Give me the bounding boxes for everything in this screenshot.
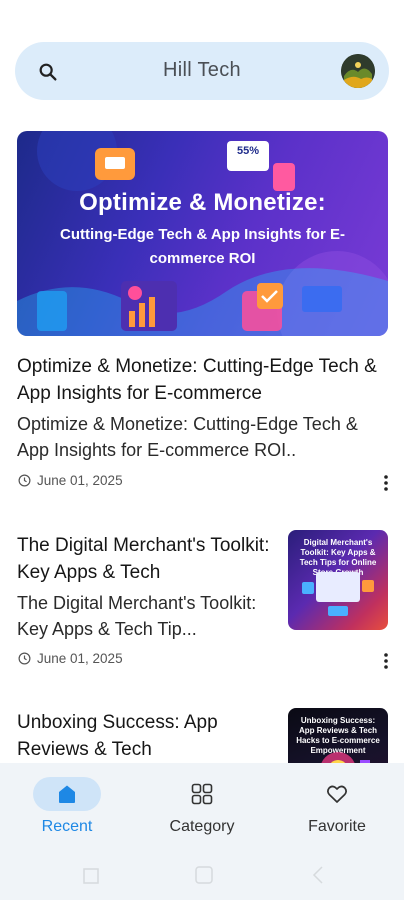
search-bar[interactable]: Hill Tech	[15, 42, 389, 100]
home-icon	[59, 785, 75, 803]
nav-category[interactable]: Category	[135, 763, 269, 863]
thumbnail-art	[302, 572, 374, 616]
nav-recent[interactable]: Recent	[0, 763, 134, 863]
featured-date: June 01, 2025	[18, 473, 123, 488]
date-label: June 01, 2025	[37, 651, 123, 666]
nav-label-favorite: Favorite	[308, 818, 366, 835]
featured-title[interactable]: Optimize & Monetize: Cutting-Edge Tech &…	[17, 353, 387, 407]
recents-icon	[83, 868, 99, 884]
clock-icon	[18, 652, 31, 665]
heart-icon	[327, 785, 347, 803]
grid-icon	[191, 783, 213, 805]
system-navigation-bar	[83, 866, 323, 884]
nav-label-recent: Recent	[41, 818, 93, 835]
featured-excerpt: Optimize & Monetize: Cutting-Edge Tech &…	[17, 414, 358, 460]
article-title[interactable]: Unboxing Success: App Reviews & Tech	[17, 709, 272, 763]
more-options-icon[interactable]	[383, 652, 389, 670]
clock-icon	[18, 474, 31, 487]
nav-favorite[interactable]: Favorite	[270, 763, 404, 863]
hero-title: Optimize & Monetize:	[79, 189, 326, 216]
home-button-icon	[195, 866, 213, 884]
bottom-navigation: Recent Category Favorite	[0, 763, 404, 900]
article-excerpt: The Digital Merchant's Toolkit: Key Apps…	[17, 593, 257, 639]
more-options-icon[interactable]	[383, 474, 389, 492]
hero-subtitle: Cutting-Edge Tech & App Insights for E-c…	[60, 226, 345, 267]
article-date: June 01, 2025	[18, 651, 123, 666]
hero-badge: 55%	[236, 145, 260, 157]
app-title: Hill Tech	[163, 59, 241, 81]
article-title[interactable]: The Digital Merchant's Toolkit: Key Apps…	[17, 532, 272, 586]
nav-label-category: Category	[169, 818, 235, 835]
date-label: June 01, 2025	[37, 473, 123, 488]
logo-icon[interactable]	[341, 54, 375, 88]
article-thumbnail[interactable]: Digital Merchant's Toolkit: Key Apps & T…	[288, 530, 388, 630]
back-icon	[312, 866, 323, 884]
featured-image[interactable]: 55% Optimize & Monetize: Cutting-Edge Te…	[17, 131, 388, 336]
